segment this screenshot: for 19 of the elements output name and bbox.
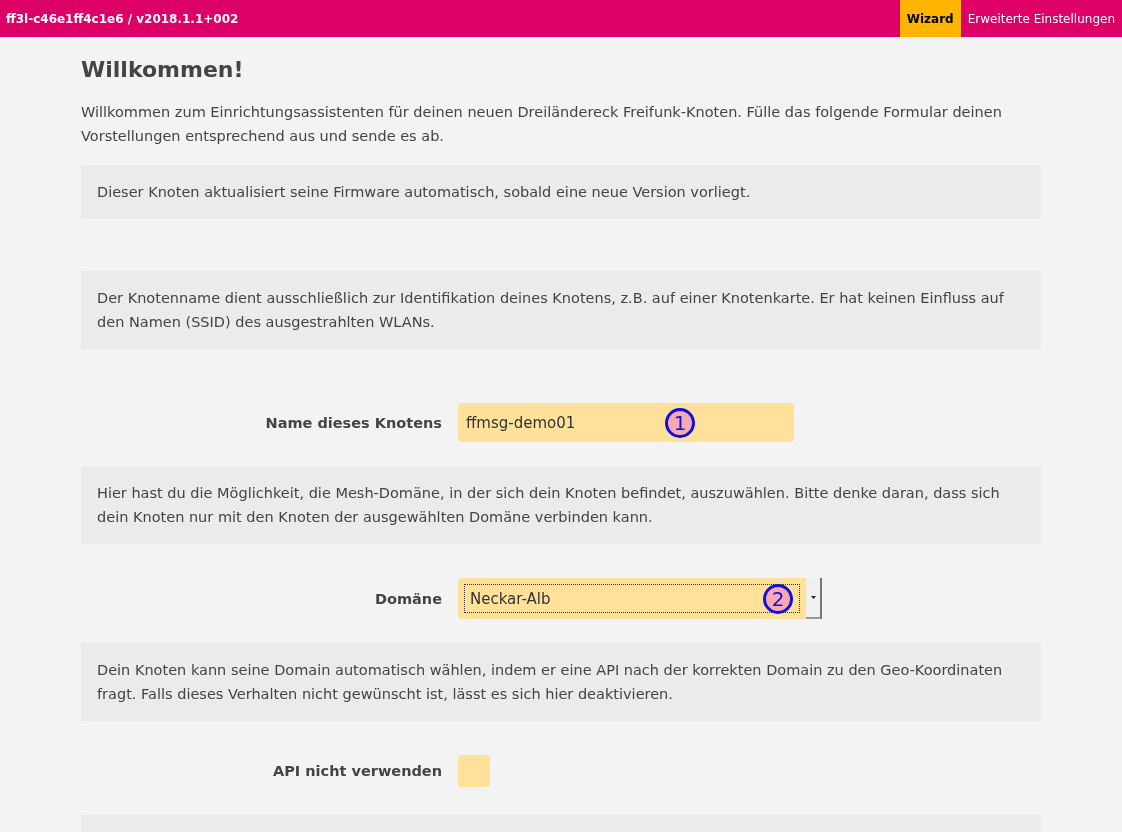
- header-title: ff3l-c46e1ff4c1e6 / v2018.1.1+002: [6, 11, 239, 26]
- info-text: Dieser Knoten aktualisiert seine Firmware automatisch, sobald eine neue Version vorliegt.: [97, 184, 751, 200]
- info-text: Hier hast du die Möglichkeit, die Mesh-Domäne, in der sich dein Knoten befindet, auszuwählen. Bitte denke daran, dass sich dein Knoten nur mit den Knoten der ausgewählten Domäne verbinden kann.: [97, 485, 1000, 525]
- name-input-field[interactable]: ffmsg-demo01 1: [458, 403, 794, 442]
- intro-text: Willkommen zum Einrichtungsassistenten für deinen neuen Dreiländereck Freifunk-Knoten. Fülle das folgende Formular deinen Vorstellungen entsprechend aus und sende es ab.: [81, 103, 1003, 146]
- field-label: API nicht verwenden: [272, 763, 443, 779]
- nav-tab[interactable]: Erweiterte Einstellungen: [960, 0, 1122, 37]
- info-text: Der Knotenname dient ausschließlich zur Identifikation deines Knotens, z.B. auf einer Knotenkarte. Er hat keinen Einfluss auf den Namen (SSID) des ausgestrahlten WLANs.: [97, 290, 1004, 330]
- nav-tab[interactable]: Wizard: [899, 0, 961, 37]
- checkbox[interactable]: [458, 755, 490, 787]
- info-text: Dein Knoten kann seine Domain automatisch wählen, indem er eine API nach der korrekten Domain zu den Geo-Koordinaten fragt. Falls dieses Verhalten nicht gewünscht ist, lässt es sich hier deaktivieren.: [97, 662, 1003, 702]
- callout-marker: 1: [665, 407, 695, 438]
- domain-select[interactable]: Neckar-Alb 2: [458, 578, 806, 619]
- callout-marker: 2: [763, 583, 793, 614]
- dropdown-button[interactable]: [806, 578, 822, 619]
- field-label: Domäne: [373, 590, 443, 607]
- page-heading: Willkommen!: [81, 57, 245, 82]
- caret-icon: [810, 596, 816, 599]
- field-label: Name dieses Knotens: [264, 414, 443, 431]
